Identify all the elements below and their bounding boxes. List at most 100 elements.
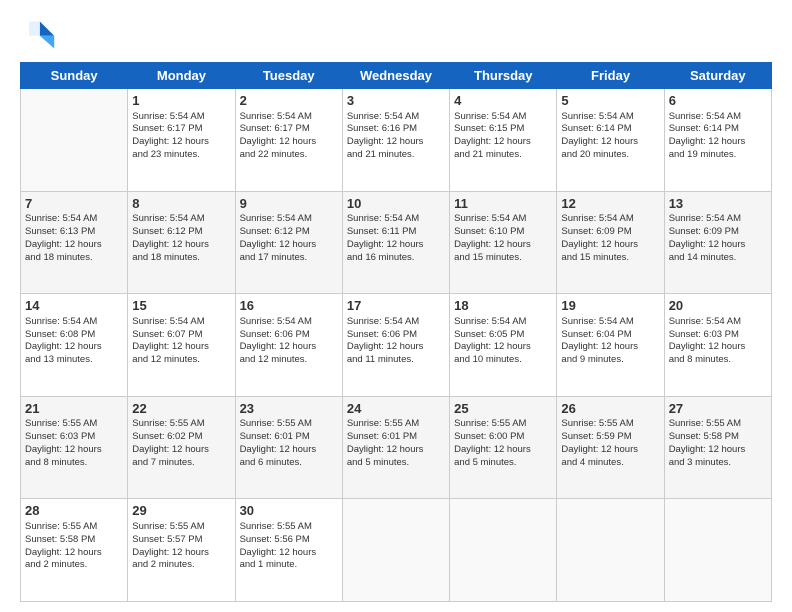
day-info-line: and 21 minutes. [347, 149, 445, 162]
day-info-line: Daylight: 12 hours [561, 239, 659, 252]
logo-icon [20, 16, 56, 52]
day-info-line: and 21 minutes. [454, 149, 552, 162]
calendar-day-cell: 30Sunrise: 5:55 AMSunset: 5:56 PMDayligh… [235, 499, 342, 602]
calendar-day-cell: 29Sunrise: 5:55 AMSunset: 5:57 PMDayligh… [128, 499, 235, 602]
day-info-line: Sunset: 5:57 PM [132, 534, 230, 547]
calendar-table: SundayMondayTuesdayWednesdayThursdayFrid… [20, 62, 772, 602]
day-info-line: and 4 minutes. [561, 457, 659, 470]
calendar-week-row: 1Sunrise: 5:54 AMSunset: 6:17 PMDaylight… [21, 89, 772, 192]
day-info-line: Sunrise: 5:54 AM [561, 316, 659, 329]
calendar-header-sunday: Sunday [21, 63, 128, 89]
day-info-line: Sunrise: 5:54 AM [454, 316, 552, 329]
day-number: 1 [132, 92, 230, 110]
day-number: 12 [561, 195, 659, 213]
day-number: 16 [240, 297, 338, 315]
calendar-day-cell: 2Sunrise: 5:54 AMSunset: 6:17 PMDaylight… [235, 89, 342, 192]
day-info-line: Sunset: 5:58 PM [25, 534, 123, 547]
day-info-line: Sunrise: 5:55 AM [240, 521, 338, 534]
day-info-line: Sunset: 5:58 PM [669, 431, 767, 444]
calendar-day-cell: 13Sunrise: 5:54 AMSunset: 6:09 PMDayligh… [664, 191, 771, 294]
day-info-line: Sunset: 6:03 PM [25, 431, 123, 444]
day-info-line: and 17 minutes. [240, 252, 338, 265]
day-info-line: and 12 minutes. [132, 354, 230, 367]
day-info-line: and 11 minutes. [347, 354, 445, 367]
day-number: 5 [561, 92, 659, 110]
day-info-line: Sunset: 6:05 PM [454, 329, 552, 342]
calendar-day-cell: 26Sunrise: 5:55 AMSunset: 5:59 PMDayligh… [557, 396, 664, 499]
calendar-day-cell: 9Sunrise: 5:54 AMSunset: 6:12 PMDaylight… [235, 191, 342, 294]
day-info-line: Sunset: 6:01 PM [347, 431, 445, 444]
day-info-line: and 14 minutes. [669, 252, 767, 265]
calendar-day-cell: 27Sunrise: 5:55 AMSunset: 5:58 PMDayligh… [664, 396, 771, 499]
day-info-line: Daylight: 12 hours [669, 341, 767, 354]
day-info-line: Sunset: 6:12 PM [132, 226, 230, 239]
calendar-day-cell: 25Sunrise: 5:55 AMSunset: 6:00 PMDayligh… [450, 396, 557, 499]
day-info-line: and 20 minutes. [561, 149, 659, 162]
day-info-line: Sunrise: 5:54 AM [132, 213, 230, 226]
day-info-line: Sunrise: 5:54 AM [240, 213, 338, 226]
day-info-line: Sunset: 6:13 PM [25, 226, 123, 239]
calendar-day-cell: 4Sunrise: 5:54 AMSunset: 6:15 PMDaylight… [450, 89, 557, 192]
day-info-line: and 2 minutes. [25, 559, 123, 572]
calendar-day-cell: 21Sunrise: 5:55 AMSunset: 6:03 PMDayligh… [21, 396, 128, 499]
day-info-line: and 15 minutes. [561, 252, 659, 265]
day-info-line: Sunrise: 5:54 AM [454, 111, 552, 124]
day-info-line: Daylight: 12 hours [132, 444, 230, 457]
day-number: 6 [669, 92, 767, 110]
day-info-line: Sunrise: 5:54 AM [669, 213, 767, 226]
day-info-line: Sunset: 6:16 PM [347, 123, 445, 136]
day-info-line: and 5 minutes. [347, 457, 445, 470]
calendar-week-row: 21Sunrise: 5:55 AMSunset: 6:03 PMDayligh… [21, 396, 772, 499]
calendar-day-cell: 6Sunrise: 5:54 AMSunset: 6:14 PMDaylight… [664, 89, 771, 192]
calendar-day-cell: 3Sunrise: 5:54 AMSunset: 6:16 PMDaylight… [342, 89, 449, 192]
day-number: 19 [561, 297, 659, 315]
day-number: 21 [25, 400, 123, 418]
calendar-day-cell: 16Sunrise: 5:54 AMSunset: 6:06 PMDayligh… [235, 294, 342, 397]
day-info-line: and 18 minutes. [25, 252, 123, 265]
day-info-line: Daylight: 12 hours [132, 547, 230, 560]
day-info-line: Sunset: 6:12 PM [240, 226, 338, 239]
day-info-line: and 1 minute. [240, 559, 338, 572]
logo [20, 16, 60, 52]
calendar-week-row: 7Sunrise: 5:54 AMSunset: 6:13 PMDaylight… [21, 191, 772, 294]
day-info-line: and 18 minutes. [132, 252, 230, 265]
day-info-line: and 23 minutes. [132, 149, 230, 162]
day-info-line: and 19 minutes. [669, 149, 767, 162]
day-number: 25 [454, 400, 552, 418]
day-info-line: Daylight: 12 hours [25, 341, 123, 354]
day-info-line: Daylight: 12 hours [347, 341, 445, 354]
day-info-line: Sunrise: 5:54 AM [132, 316, 230, 329]
day-number: 18 [454, 297, 552, 315]
calendar-header-row: SundayMondayTuesdayWednesdayThursdayFrid… [21, 63, 772, 89]
calendar-day-cell: 17Sunrise: 5:54 AMSunset: 6:06 PMDayligh… [342, 294, 449, 397]
calendar-day-cell: 10Sunrise: 5:54 AMSunset: 6:11 PMDayligh… [342, 191, 449, 294]
day-info-line: Sunrise: 5:54 AM [347, 213, 445, 226]
calendar-week-row: 14Sunrise: 5:54 AMSunset: 6:08 PMDayligh… [21, 294, 772, 397]
day-info-line: Daylight: 12 hours [454, 239, 552, 252]
day-info-line: Daylight: 12 hours [240, 239, 338, 252]
day-number: 26 [561, 400, 659, 418]
day-info-line: Sunset: 6:01 PM [240, 431, 338, 444]
day-number: 17 [347, 297, 445, 315]
day-info-line: Sunrise: 5:55 AM [347, 418, 445, 431]
day-info-line: Sunset: 6:17 PM [132, 123, 230, 136]
day-info-line: Daylight: 12 hours [132, 239, 230, 252]
day-info-line: Daylight: 12 hours [669, 444, 767, 457]
day-info-line: Daylight: 12 hours [25, 444, 123, 457]
calendar-day-cell: 12Sunrise: 5:54 AMSunset: 6:09 PMDayligh… [557, 191, 664, 294]
day-info-line: Sunrise: 5:55 AM [25, 418, 123, 431]
calendar-header-monday: Monday [128, 63, 235, 89]
calendar-day-cell [450, 499, 557, 602]
day-info-line: and 7 minutes. [132, 457, 230, 470]
day-number: 28 [25, 502, 123, 520]
calendar-day-cell [342, 499, 449, 602]
day-info-line: and 5 minutes. [454, 457, 552, 470]
calendar-day-cell: 11Sunrise: 5:54 AMSunset: 6:10 PMDayligh… [450, 191, 557, 294]
day-number: 22 [132, 400, 230, 418]
calendar-header-thursday: Thursday [450, 63, 557, 89]
day-info-line: Sunset: 6:04 PM [561, 329, 659, 342]
calendar-header-tuesday: Tuesday [235, 63, 342, 89]
day-info-line: Daylight: 12 hours [454, 341, 552, 354]
day-info-line: Sunrise: 5:54 AM [25, 213, 123, 226]
day-info-line: Sunset: 6:11 PM [347, 226, 445, 239]
